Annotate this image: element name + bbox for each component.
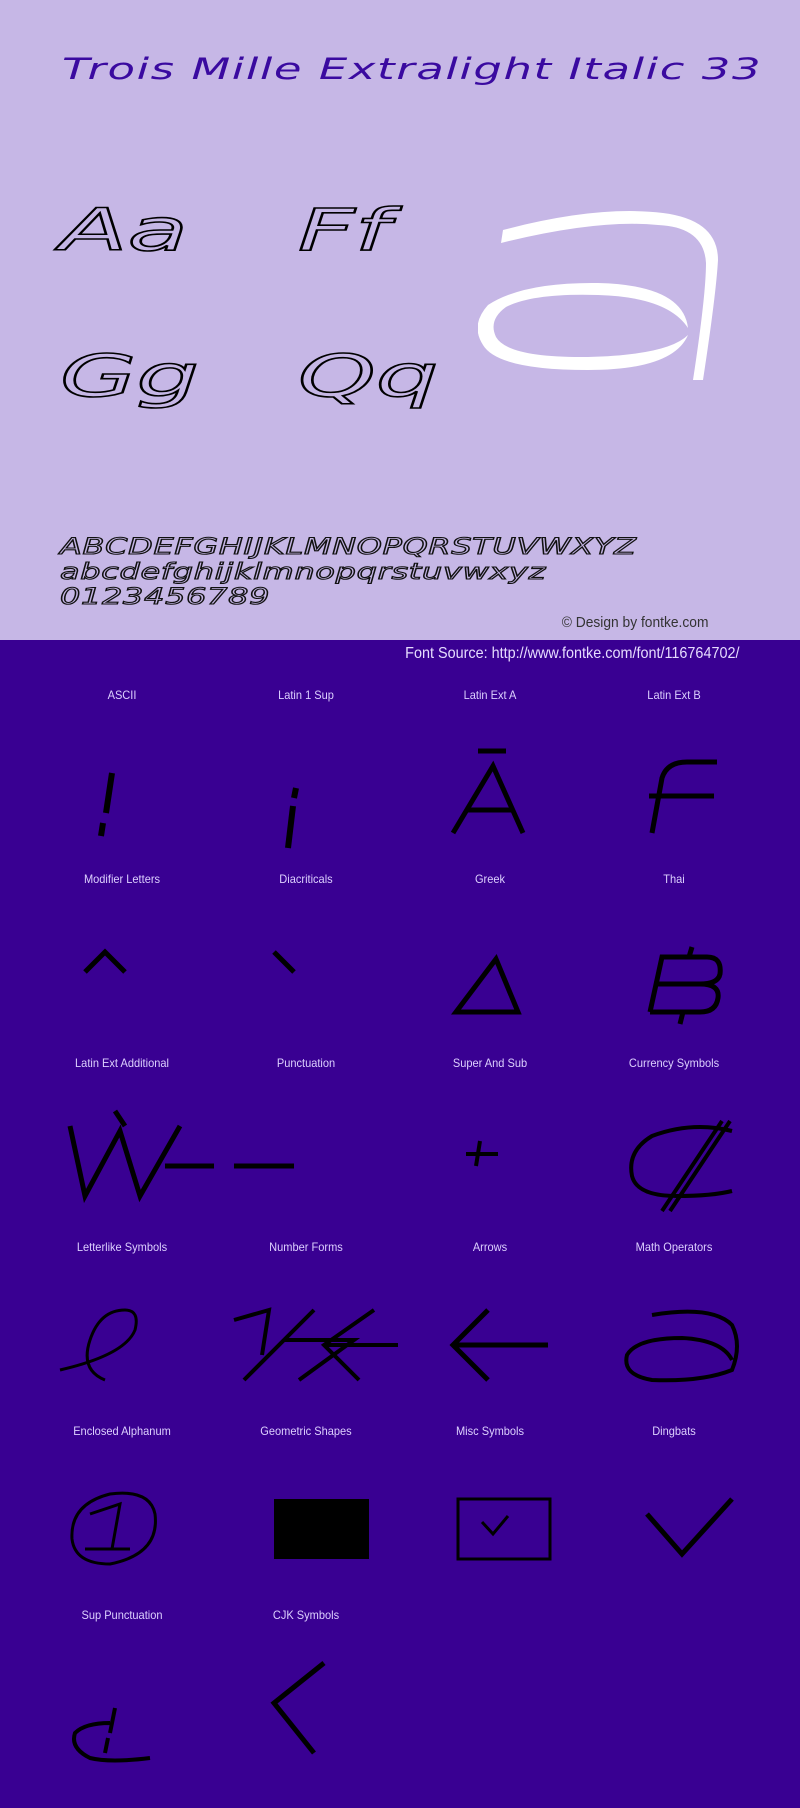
- glyph-cell: Letterlike Symbols: [30, 1240, 214, 1424]
- glyph-category-label: Geometric Shapes: [260, 1424, 352, 1438]
- glyph-category-label: Latin Ext B: [647, 688, 701, 702]
- glyph-specimen: [645, 1497, 734, 1558]
- glyph-specimen: [274, 1499, 369, 1559]
- glyph-cell: Latin Ext B: [582, 688, 766, 872]
- glyph-cell: Enclosed Alphanum: [30, 1424, 214, 1608]
- glyph-specimen: [59, 1308, 138, 1382]
- glyph-cell: Dingbats: [582, 1424, 766, 1608]
- glyph-category-label: Modifier Letters: [83, 872, 161, 886]
- font-source-link[interactable]: Font Source: http://www.fontke.com/font/…: [405, 645, 739, 663]
- glyph-specimen: [647, 946, 723, 1025]
- glyph-pair-ff: Ff: [297, 195, 391, 265]
- glyph-cell: Latin Ext Additional: [30, 1056, 214, 1240]
- glyph-pair-gg: Gg: [59, 341, 201, 411]
- glyph-pair-text: Gg: [59, 341, 201, 411]
- glyph-specimen: [72, 1707, 151, 1763]
- glyph-cell: Misc Symbols: [398, 1424, 582, 1608]
- design-credit: © Design by fontke.com: [561, 614, 708, 631]
- glyph-cell: Currency Symbols: [582, 1056, 766, 1240]
- glyph-category-label: Latin 1 Sup: [278, 688, 334, 702]
- glyph-pair-aa: Aa: [59, 195, 190, 265]
- big-glyph-a: [478, 211, 718, 380]
- uppercase-alphabet: ABCDEFGHIJKLMNOPQRSTUVWXYZ: [59, 534, 637, 560]
- glyph-cell: Thai: [582, 872, 766, 1056]
- glyph-category-label: Misc Symbols: [455, 1424, 525, 1438]
- glyph-specimen: [629, 1119, 733, 1213]
- glyph-specimen: [456, 1497, 552, 1561]
- glyph-cell: Math Operators: [582, 1240, 766, 1424]
- glyph-specimen: [272, 950, 296, 974]
- glyph-category-label: Letterlike Symbols: [76, 1240, 168, 1254]
- glyph-category-label: Latin Ext Additional: [75, 1056, 169, 1070]
- glyph-specimen: [649, 759, 717, 834]
- lowercase-alphabet: abcdefghijklmnopqrstuvwxyz: [59, 559, 547, 585]
- glyph-pair-text: Qq: [297, 341, 440, 411]
- glyph-category-label: ASCII: [107, 688, 137, 702]
- glyph-cell: Geometric Shapes: [214, 1424, 398, 1608]
- glyph-category-label: Thai: [663, 872, 685, 886]
- glyph-specimen: [285, 787, 299, 849]
- glyph-specimen: [450, 748, 526, 835]
- glyph-category-label: Latin Ext A: [463, 688, 517, 702]
- glyph-category-label: Sup Punctuation: [81, 1608, 163, 1622]
- glyph-cell: Sup Punctuation: [30, 1608, 214, 1792]
- glyph-category-label: Dingbats: [652, 1424, 696, 1438]
- glyph-cell: Latin 1 Sup: [214, 688, 398, 872]
- glyph-specimen: [234, 1163, 294, 1169]
- glyph-specimen: [67, 1109, 214, 1204]
- glyph-pair-text: Ff: [297, 195, 391, 265]
- glyph-cell: Greek: [398, 872, 582, 1056]
- glyph-category-label: Super And Sub: [452, 1056, 528, 1070]
- specimen-header: Trois Mille Extralight Italic 33 Aa Ff G…: [0, 0, 800, 640]
- font-title: Trois Mille Extralight Italic 33: [62, 52, 763, 86]
- glyph-category-label: Arrows: [472, 1240, 508, 1254]
- glyph-pair-qq: Qq: [297, 341, 440, 411]
- glyph-cell: Latin Ext A: [398, 688, 582, 872]
- glyph-cell: Punctuation: [214, 1056, 398, 1240]
- glyph-category-label: Currency Symbols: [628, 1056, 720, 1070]
- glyph-specimen: [98, 772, 115, 837]
- glyph-cell: Modifier Letters: [30, 872, 214, 1056]
- glyph-specimen: [270, 1661, 326, 1755]
- glyph-cell: Number Forms: [214, 1240, 398, 1424]
- glyph-category-label: Greek: [474, 872, 506, 886]
- glyph-specimen: [233, 1307, 398, 1382]
- glyph-specimen: [624, 1309, 739, 1383]
- glyph-category-label: Math Operators: [635, 1240, 713, 1254]
- glyph-category-label: Number Forms: [269, 1240, 343, 1254]
- glyph-cell: CJK Symbols: [214, 1608, 398, 1792]
- glyph-specimen: [449, 1308, 548, 1382]
- glyph-category-label: CJK Symbols: [272, 1608, 340, 1622]
- glyph-cell: Super And Sub: [398, 1056, 582, 1240]
- glyph-specimen: [466, 1140, 498, 1167]
- glyph-category-label: Punctuation: [276, 1056, 336, 1070]
- glyph-specimen: [450, 954, 522, 1015]
- glyph-pair-text: Aa: [59, 195, 190, 265]
- glyph-specimen: [70, 1491, 157, 1566]
- glyph-specimen: [83, 948, 127, 974]
- glyph-category-label: Enclosed Alphanum: [73, 1424, 171, 1438]
- digits: 0123456789: [59, 584, 271, 610]
- glyph-cell: Arrows: [398, 1240, 582, 1424]
- glyph-cell: ASCII: [30, 688, 214, 872]
- glyph-cell: Diacriticals: [214, 872, 398, 1056]
- glyph-category-label: Diacriticals: [279, 872, 333, 886]
